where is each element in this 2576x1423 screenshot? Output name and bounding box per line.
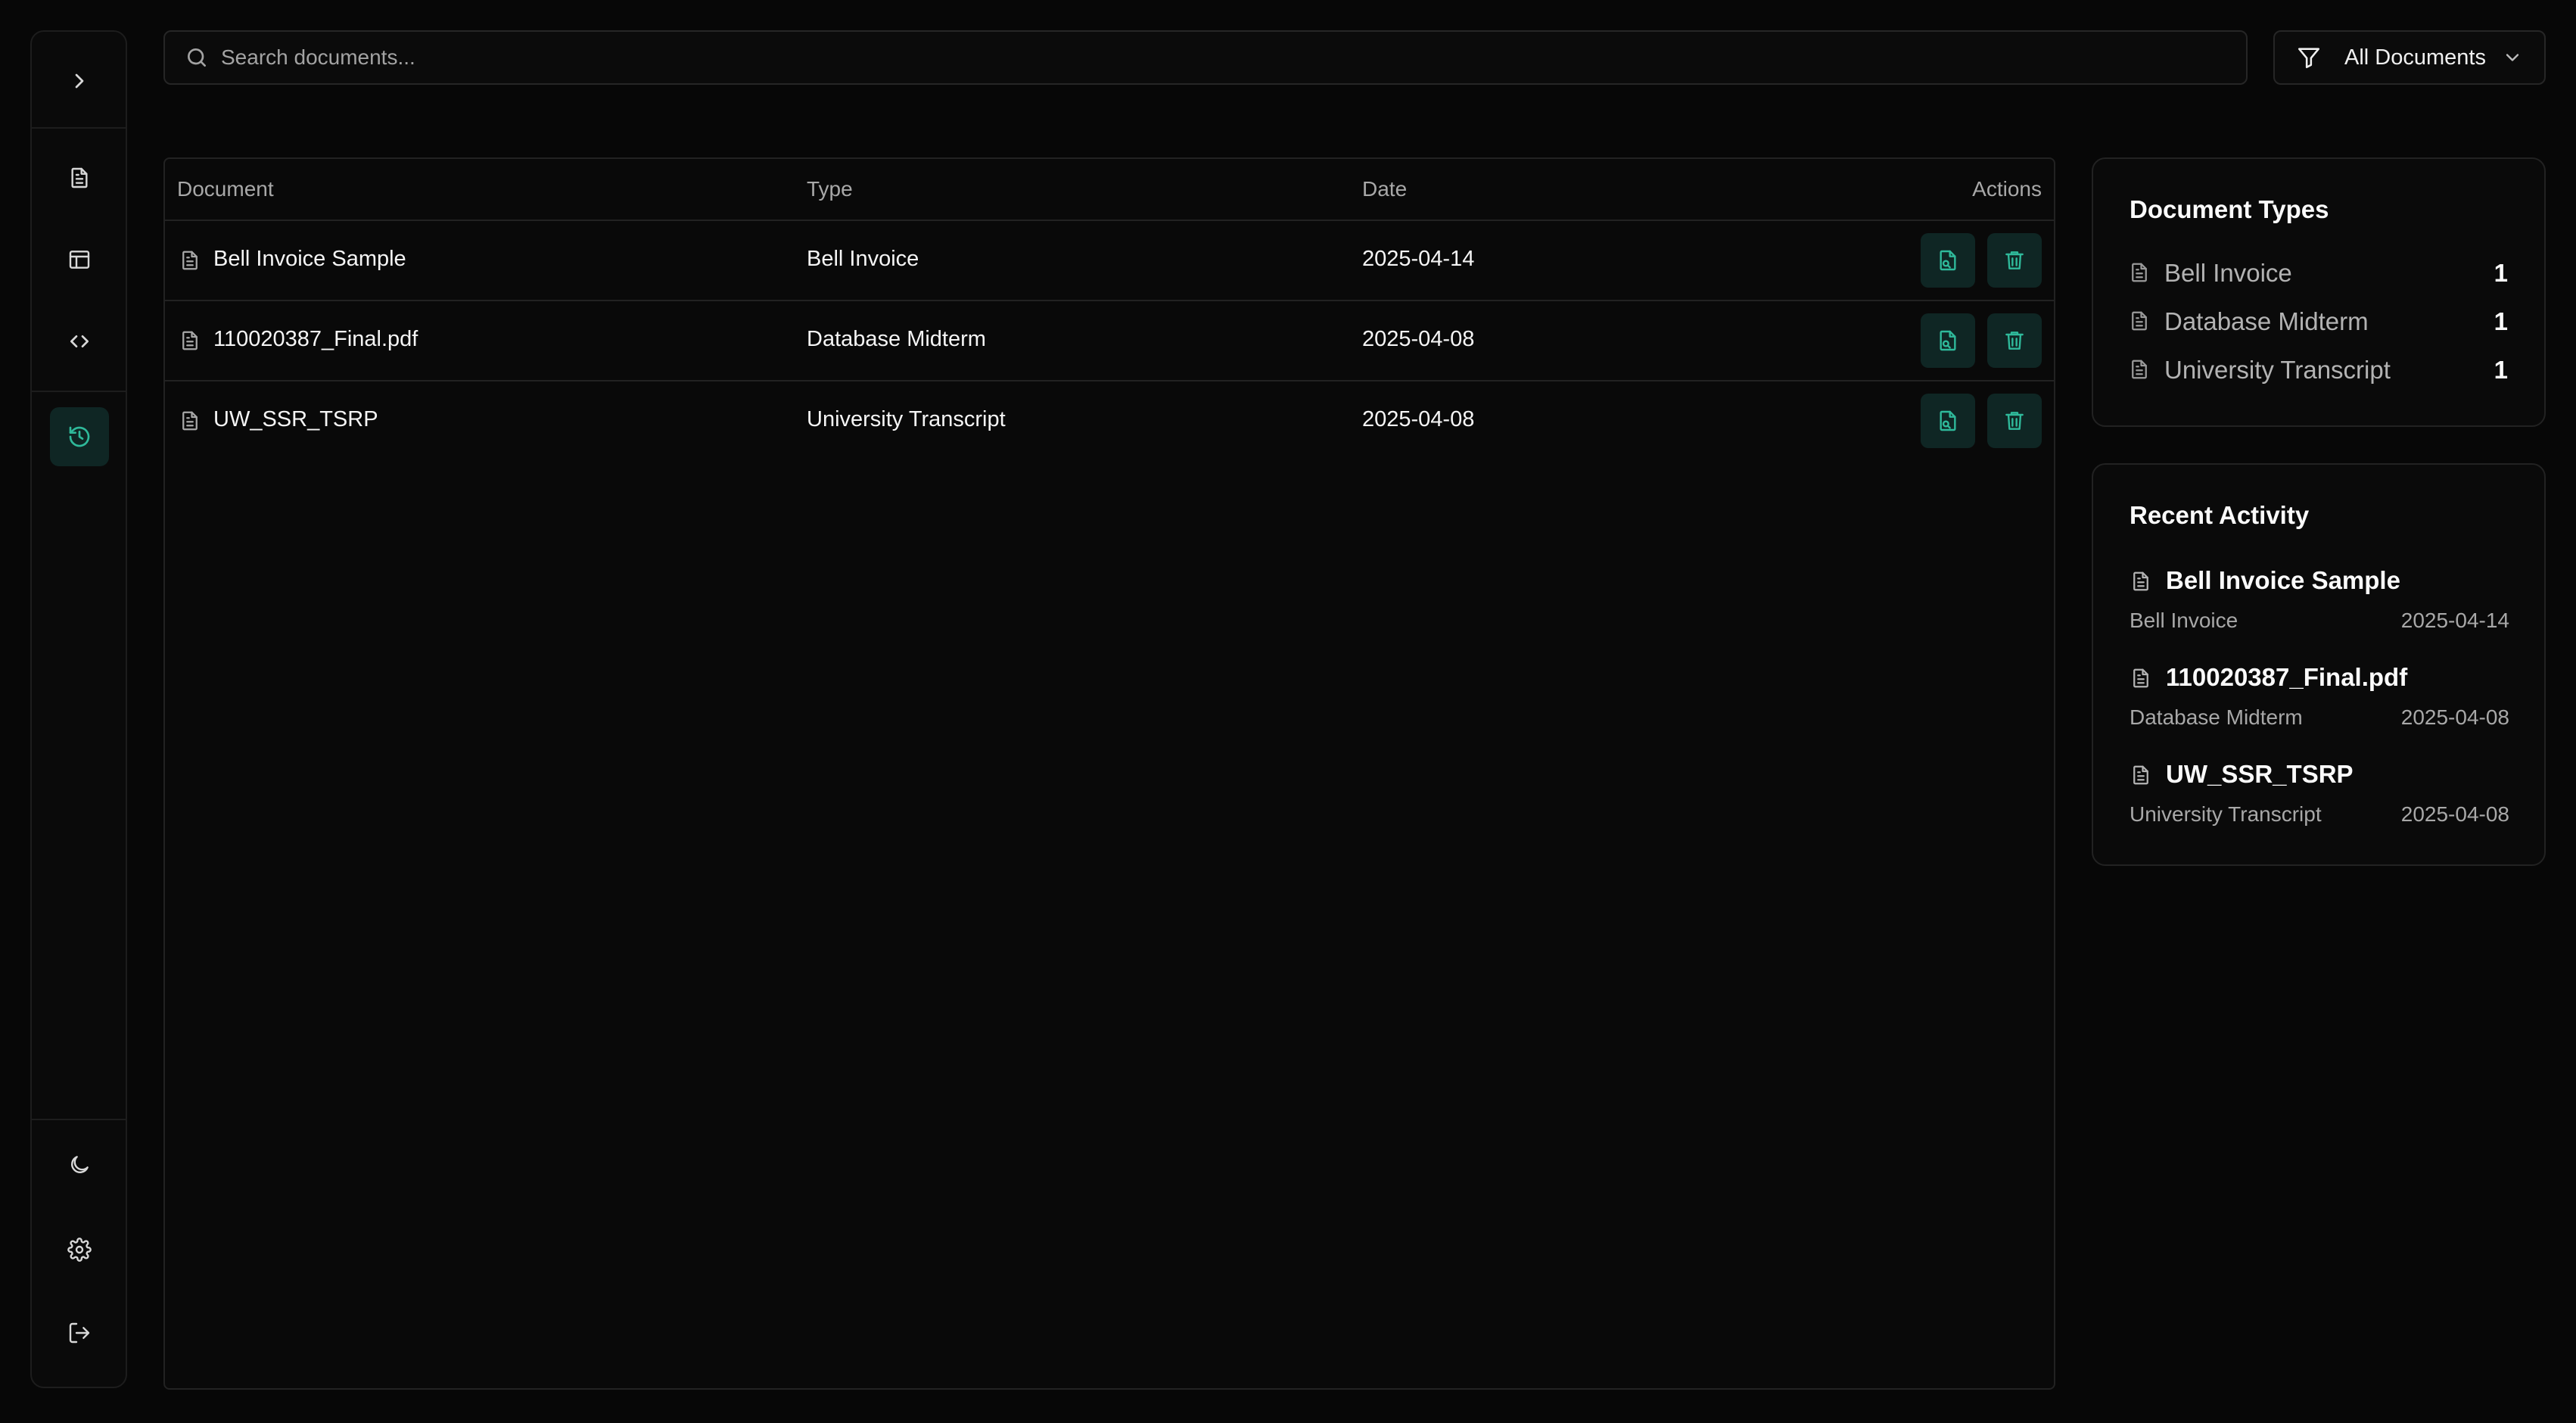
activity-date: 2025-04-08 (2400, 802, 2509, 826)
activity-type: Database Midterm (2130, 705, 2303, 729)
document-type-label: Bell Invoice (2164, 259, 2292, 287)
document-type-item[interactable]: University Transcript 1 (2128, 351, 2508, 389)
document-date: 2025-04-14 (1362, 247, 1475, 271)
settings-button[interactable] (50, 1220, 109, 1279)
document-type: Database Midterm (807, 327, 986, 351)
document-type: Bell Invoice (807, 247, 919, 271)
moon-icon (71, 1156, 89, 1173)
file-text-icon (182, 331, 198, 350)
filter-selected-value: All Documents (2344, 45, 2486, 70)
delete-document-button[interactable] (1987, 313, 2042, 368)
file-text-icon (2133, 765, 2148, 785)
activity-title: UW_SSR_TSRP (2166, 760, 2354, 788)
document-type-label: Database Midterm (2164, 307, 2369, 335)
open-document-button[interactable] (1921, 233, 1975, 288)
column-header-date[interactable]: Date (1362, 177, 1407, 201)
code-icon (70, 335, 89, 347)
sidebar-item-history[interactable] (50, 407, 109, 466)
document-date: 2025-04-08 (1362, 407, 1475, 431)
document-name[interactable]: UW_SSR_TSRP (213, 407, 378, 432)
recent-activity-card: Recent Activity Bell Invoice Sample Bell… (2092, 463, 2546, 866)
activity-item[interactable]: 110020387_Final.pdf Database Midterm 202… (2130, 662, 2509, 745)
sidebar-item-templates[interactable] (50, 230, 109, 289)
chevron-right-icon (75, 73, 84, 89)
file-text-icon (2132, 311, 2147, 331)
documents-table: Document Type Date Actions Bell Invoice … (163, 157, 2055, 1390)
activity-title: 110020387_Final.pdf (2166, 663, 2408, 691)
sidebar-item-documents[interactable] (50, 148, 109, 207)
logout-button[interactable] (50, 1303, 109, 1362)
document-type-item[interactable]: Bell Invoice 1 (2128, 254, 2508, 292)
document-type-label: University Transcript (2164, 356, 2391, 384)
activity-type: University Transcript (2130, 802, 2322, 826)
delete-document-button[interactable] (1987, 394, 2042, 448)
document-type: University Transcript (807, 407, 1006, 431)
file-text-icon (182, 411, 198, 431)
file-search-icon (1940, 330, 1956, 351)
document-date: 2025-04-08 (1362, 327, 1475, 351)
activity-date: 2025-04-08 (2400, 705, 2509, 729)
activity-title: Bell Invoice Sample (2166, 566, 2400, 594)
expand-sidebar-button[interactable] (50, 51, 109, 111)
file-search-icon (1940, 250, 1956, 271)
file-search-icon (1940, 410, 1956, 431)
search-bar[interactable] (163, 30, 2248, 85)
layout-icon (69, 251, 90, 269)
table-header: Document Type Date Actions (165, 159, 2054, 221)
activity-item[interactable]: UW_SSR_TSRP University Transcript 2025-0… (2130, 758, 2509, 842)
document-type-count: 1 (2494, 259, 2508, 287)
file-text-icon (2133, 571, 2148, 591)
document-type-item[interactable]: Database Midterm 1 (2128, 303, 2508, 341)
document-type-count: 1 (2494, 356, 2508, 384)
document-type-count: 1 (2494, 307, 2508, 335)
search-input[interactable] (219, 45, 2246, 70)
column-header-actions: Actions (1972, 177, 2042, 201)
sidebar-divider (32, 127, 126, 129)
sidebar (30, 30, 127, 1388)
document-filter-dropdown[interactable]: All Documents (2273, 30, 2546, 85)
open-document-button[interactable] (1921, 394, 1975, 448)
file-text-icon (182, 251, 198, 270)
activity-item[interactable]: Bell Invoice Sample Bell Invoice 2025-04… (2130, 565, 2509, 648)
gear-icon (67, 1238, 92, 1262)
file-text-icon (2133, 668, 2148, 688)
recent-activity-title: Recent Activity (2130, 501, 2310, 529)
table-row[interactable]: 110020387_Final.pdf Database Midterm 202… (165, 301, 2054, 381)
activity-date: 2025-04-14 (2400, 609, 2509, 632)
file-text-icon (71, 167, 88, 188)
trash-icon (2005, 251, 2024, 269)
open-document-button[interactable] (1921, 313, 1975, 368)
theme-toggle-button[interactable] (50, 1135, 109, 1194)
sidebar-item-code[interactable] (50, 312, 109, 371)
search-icon (188, 48, 206, 67)
column-header-type[interactable]: Type (807, 177, 853, 201)
delete-document-button[interactable] (1987, 233, 2042, 288)
document-name[interactable]: Bell Invoice Sample (213, 247, 406, 272)
file-text-icon (2132, 263, 2147, 282)
activity-type: Bell Invoice (2130, 609, 2238, 632)
table-row[interactable]: Bell Invoice Sample Bell Invoice 2025-04… (165, 221, 2054, 301)
sidebar-divider (32, 391, 126, 392)
history-icon (69, 426, 90, 447)
document-types-title: Document Types (2130, 195, 2329, 223)
sidebar-divider (32, 1119, 126, 1120)
table-row[interactable]: UW_SSR_TSRP University Transcript 2025-0… (165, 381, 2054, 462)
trash-icon (2005, 332, 2024, 350)
filter-icon (2298, 48, 2320, 69)
document-name[interactable]: 110020387_Final.pdf (213, 327, 418, 352)
file-text-icon (2132, 360, 2147, 379)
chevron-down-icon (2506, 54, 2519, 61)
column-header-document[interactable]: Document (177, 177, 274, 201)
log-out-icon (69, 1322, 90, 1344)
trash-icon (2005, 412, 2024, 430)
